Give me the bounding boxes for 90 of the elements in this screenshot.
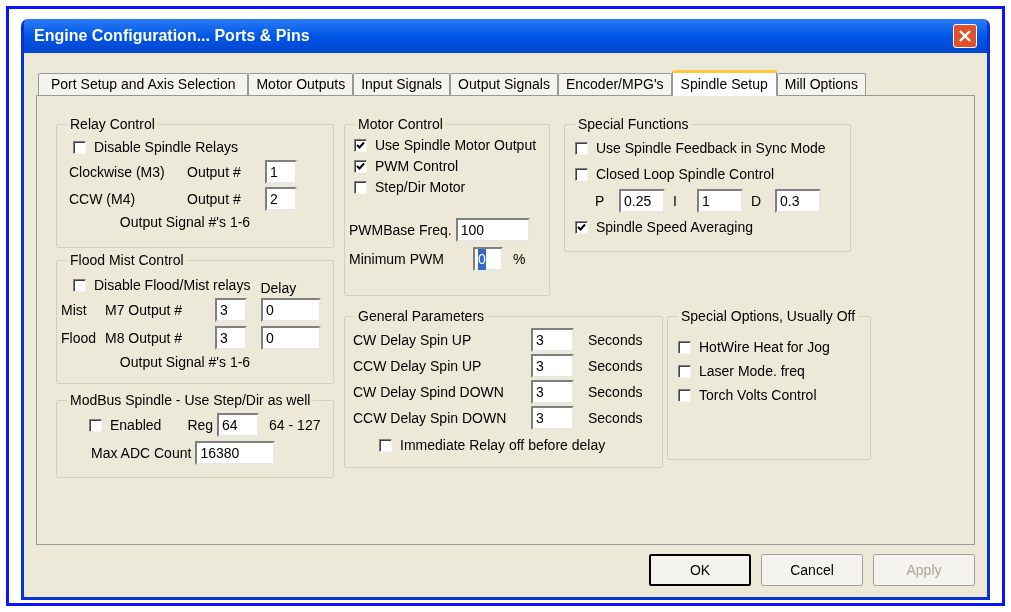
input-field[interactable]: 3 xyxy=(215,326,247,350)
checkbox-label: Disable Spindle Relays xyxy=(94,138,238,157)
checkbox[interactable] xyxy=(354,160,367,173)
close-button[interactable] xyxy=(953,24,977,48)
checkbox-label: Use Spindle Feedback in Sync Mode xyxy=(596,138,826,158)
checkbox[interactable] xyxy=(678,364,691,378)
tab[interactable]: Spindle Setup xyxy=(671,70,777,96)
label: CCW Delay Spin DOWN xyxy=(353,408,508,428)
tab[interactable]: Input Signals xyxy=(353,73,451,95)
input-field[interactable]: 64 xyxy=(217,413,260,437)
hint-text: Output Signal #'s 1-6 xyxy=(119,353,251,372)
label: PWMBase Freq. xyxy=(349,220,452,240)
checkbox[interactable] xyxy=(575,220,588,234)
label: Reg xyxy=(187,415,214,435)
input-field[interactable]: 1 xyxy=(265,160,297,184)
checkbox[interactable] xyxy=(575,141,588,155)
group-title: ModBus Spindle - Use Step/Dir as well xyxy=(69,391,312,410)
label: Delay xyxy=(260,279,297,298)
label: 64 - 127 xyxy=(269,415,321,435)
checkbox-label: Use Spindle Motor Output xyxy=(375,136,537,155)
checkbox-label: Disable Flood/Mist relays xyxy=(94,276,251,295)
label: Clockwise (M3) xyxy=(69,162,166,182)
label: CCW (M4) xyxy=(69,189,137,209)
group-title: General Parameters xyxy=(357,307,486,326)
input-field[interactable]: 2 xyxy=(265,187,297,211)
label: Minimum PWM xyxy=(349,249,445,269)
input-field[interactable]: 3 xyxy=(531,406,574,430)
checkbox-label: HotWire Heat for Jog xyxy=(699,337,830,357)
checkbox[interactable] xyxy=(379,439,392,452)
tab[interactable]: Mill Options xyxy=(776,73,866,95)
label: Mist xyxy=(61,300,88,320)
group-title: Relay Control xyxy=(69,115,156,134)
label: D xyxy=(751,191,763,211)
tab[interactable]: Encoder/MPG's xyxy=(557,73,672,95)
checkbox[interactable] xyxy=(678,340,691,354)
close-icon xyxy=(959,30,971,42)
label: Seconds xyxy=(588,330,643,350)
tab[interactable]: Motor Outputs xyxy=(248,73,354,95)
label: % xyxy=(513,249,526,269)
checkbox[interactable] xyxy=(678,388,691,402)
checkbox-label: Laser Mode. freq xyxy=(699,361,805,381)
input-field[interactable]: 0 xyxy=(261,298,321,322)
group-title: Flood Mist Control xyxy=(69,251,185,270)
window-title: Engine Configuration... Ports & Pins xyxy=(34,26,310,46)
input-field[interactable]: 0 xyxy=(473,247,503,271)
input-field[interactable]: 0.25 xyxy=(619,189,665,213)
input-field[interactable]: 0 xyxy=(261,326,321,350)
checkbox-label: Step/Dir Motor xyxy=(375,178,466,197)
checkbox[interactable] xyxy=(89,418,102,432)
label: M7 Output # xyxy=(105,300,184,320)
checkbox-label: Closed Loop Spindle Control xyxy=(596,164,775,184)
label: Seconds xyxy=(588,408,643,428)
checkbox-label: PWM Control xyxy=(375,157,459,176)
input-field[interactable]: 16380 xyxy=(195,441,276,465)
checkbox-label: Enabled xyxy=(110,415,162,435)
dialog-button[interactable]: Cancel xyxy=(761,554,863,586)
checkbox-label: Spindle Speed Averaging xyxy=(596,217,753,237)
dialog-button[interactable]: OK xyxy=(649,554,751,586)
label: CW Delay Spin UP xyxy=(353,330,473,350)
checkbox[interactable] xyxy=(354,181,367,194)
input-field[interactable]: 0.3 xyxy=(775,189,821,213)
label: Output # xyxy=(187,162,242,182)
input-field[interactable]: 100 xyxy=(455,218,530,242)
label: I xyxy=(673,191,678,211)
label: M8 Output # xyxy=(105,328,184,348)
group-title: Motor Control xyxy=(357,115,444,134)
label: Flood xyxy=(61,328,98,348)
input-field[interactable]: 3 xyxy=(531,328,574,352)
label: CCW Delay Spin UP xyxy=(353,356,483,376)
label: CW Delay Spind DOWN xyxy=(353,382,505,402)
label: Max ADC Count xyxy=(91,443,192,463)
checkbox[interactable] xyxy=(575,167,588,181)
checkbox[interactable] xyxy=(73,279,86,292)
label: Seconds xyxy=(588,356,643,376)
tab[interactable]: Port Setup and Axis Selection xyxy=(38,73,249,95)
group-title: Special Options, Usually Off xyxy=(680,307,857,326)
input-field[interactable]: 3 xyxy=(215,298,247,322)
input-field[interactable]: 3 xyxy=(531,354,574,378)
label: P xyxy=(595,191,606,211)
label: Output # xyxy=(187,189,242,209)
input-field[interactable]: 1 xyxy=(697,189,743,213)
checkbox[interactable] xyxy=(354,139,367,152)
tab[interactable]: Output Signals xyxy=(450,73,558,95)
group-title: Special Functions xyxy=(577,115,690,134)
label: Seconds xyxy=(588,382,643,402)
hint-text: Output Signal #'s 1-6 xyxy=(119,213,251,232)
checkbox-label: Immediate Relay off before delay xyxy=(400,436,606,455)
checkbox-label: Torch Volts Control xyxy=(699,385,817,405)
input-field[interactable]: 3 xyxy=(531,380,574,404)
checkbox[interactable] xyxy=(73,141,86,154)
